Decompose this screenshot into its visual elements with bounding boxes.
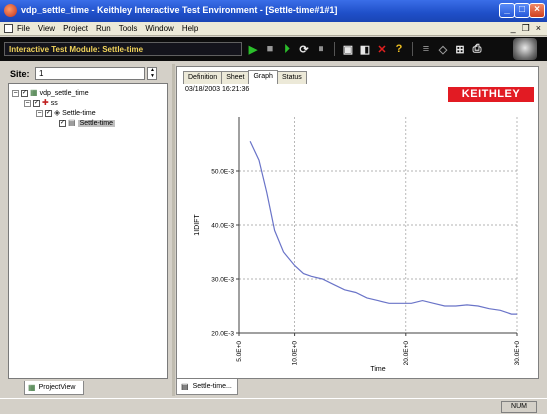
checkbox-icon[interactable]: ✓ [33,99,40,107]
stop-icon[interactable]: ■ [263,42,277,56]
tree-item-label: ss [50,99,58,107]
menu-help[interactable]: Help [182,24,198,33]
graph-timestamp: 03/18/2003 16:21:36 [185,86,250,93]
status-bar: NUM [0,398,547,414]
pause-icon[interactable]: ⏸ [314,42,328,56]
module-label: Interactive Test Module: Settle-time [4,42,242,56]
x-tick-label: 20.0E+0 [403,341,410,366]
toolbar-buttons: ▶ ■ ⏵ ⟳ ⏸ ▣ ◧ ✕ ? ≡ ◇ ⊞ ⎙ [246,40,484,58]
tab-sheet[interactable]: Sheet [221,71,250,84]
run-icon[interactable]: ▶ [246,42,260,56]
site-row: Site: 1 ▲ ▼ [8,67,168,81]
num-lock-indicator: NUM [501,401,537,413]
tree-item-device[interactable]: − ✓ ◈ Settle-time [36,109,96,117]
tab-graph[interactable]: Graph [248,70,278,84]
project-pane: Site: 1 ▲ ▼ − ✓ ▦ vdp_settle_time − ✓ ✚ … [8,67,168,397]
mdi-controls: _ ❐ × [511,23,541,34]
options-icon[interactable]: ◇ [436,42,450,56]
y-tick-label: 20.0E-3 [211,331,234,338]
menu-window[interactable]: Window [145,24,173,33]
checkbox-icon[interactable]: ✓ [45,109,52,117]
tree-item-label: Settle-time [62,109,96,117]
window-title-bar[interactable]: vdp_settle_time - Keithley Interactive T… [0,0,547,22]
delete-icon[interactable]: ✕ [375,42,389,56]
toolbar-separator [412,42,413,56]
close-button[interactable]: × [529,3,545,18]
tab-status[interactable]: Status [276,71,307,84]
site-input[interactable]: 1 [35,67,145,80]
device-icon: ◈ [54,108,61,117]
y-tick-label: 50.0E-3 [211,169,234,176]
save-all-icon[interactable]: ◧ [358,42,372,56]
tab-label: ProjectView [38,384,76,391]
help-icon[interactable]: ? [392,42,406,56]
tree-item-test[interactable]: ✓ ▤ Settle-time [59,118,116,127]
tree-item-label: Settle-time [77,119,116,127]
module-toolbar: Interactive Test Module: Settle-time ▶ ■… [0,37,547,61]
checkbox-icon[interactable]: ✓ [21,89,28,97]
menu-bar: File View Project Run Tools Window Help … [0,22,547,36]
menu-file[interactable]: File [17,24,30,33]
spin-down-icon[interactable]: ▼ [150,74,155,79]
x-axis-label: Time [370,366,385,373]
view-tabs: Definition Sheet Graph Status [183,70,307,85]
tab-definition[interactable]: Definition [183,71,223,84]
app-icon [4,4,17,17]
document-tab-icon: ▤ [181,381,189,391]
tab-label: Settle-time... [192,383,232,390]
y-tick-label: 40.0E-3 [211,223,234,230]
maximize-button[interactable]: □ [514,3,530,18]
collapse-icon[interactable]: − [36,109,43,117]
document-icon[interactable] [4,24,13,33]
tree-item-subsite[interactable]: − ✓ ✚ ss [24,99,58,107]
mdi-restore-button[interactable]: ❐ [522,23,530,34]
menu-items: File View Project Run Tools Window Help [17,24,198,33]
list-icon[interactable]: ≡ [419,42,433,56]
x-tick-label: 5.0E+0 [236,341,243,362]
menu-run[interactable]: Run [96,24,111,33]
x-tick-label: 30.0E+0 [514,341,521,366]
document-tabbar: ▤ Settle-time... [176,379,539,397]
test-document-pane: Definition Sheet Graph Status 03/18/2003… [176,66,539,379]
tab-settle-time-document[interactable]: ▤ Settle-time... [176,379,238,395]
tree-item-project[interactable]: − ✓ ▦ vdp_settle_time [12,89,89,97]
x-tick-label: 10.0E+0 [292,341,299,366]
test-module-icon: ▤ [68,118,76,127]
run-step-icon[interactable]: ⏵ [280,42,294,56]
project-tree[interactable]: − ✓ ▦ vdp_settle_time − ✓ ✚ ss − ✓ ◈ Set… [8,83,168,379]
subsite-icon: ✚ [42,98,49,107]
collapse-icon[interactable]: − [24,99,31,107]
menu-project[interactable]: Project [63,24,88,33]
project-icon: ▦ [30,88,38,97]
graph-plot[interactable]: 20.0E-3 30.0E-3 40.0E-3 50.0E-3 5.0E+0 10.0E+… [177,103,538,378]
menu-tools[interactable]: Tools [119,24,138,33]
print-icon[interactable]: ⎙ [470,42,484,56]
tree-item-label: vdp_settle_time [39,89,89,97]
save-icon[interactable]: ▣ [341,42,355,56]
project-view-icon: ▦ [28,382,36,392]
mdi-minimize-button[interactable]: _ [511,23,516,34]
project-view-tabbar: ▦ ProjectView [8,379,168,397]
y-axis-label: 1IDIFT [194,214,201,236]
data-series-line [249,141,517,315]
tab-project-view[interactable]: ▦ ProjectView [24,381,84,395]
chart-settings-icon[interactable]: ⊞ [453,42,467,56]
cycle-icon[interactable]: ⟳ [297,42,311,56]
window-title: vdp_settle_time - Keithley Interactive T… [21,5,338,15]
site-label: Site: [10,69,30,79]
pane-splitter[interactable] [172,64,175,396]
site-spinner[interactable]: ▲ ▼ [147,67,157,80]
menu-view[interactable]: View [38,24,55,33]
y-tick-label: 30.0E-3 [211,277,234,284]
keithley-logo: KEITHLEY [448,87,534,102]
toolbar-separator [334,42,335,56]
keithley-orb-button[interactable] [513,38,537,60]
collapse-icon[interactable]: − [12,89,19,97]
checkbox-icon[interactable]: ✓ [59,119,66,127]
mdi-close-button[interactable]: × [536,23,541,34]
minimize-button[interactable]: _ [499,3,515,18]
